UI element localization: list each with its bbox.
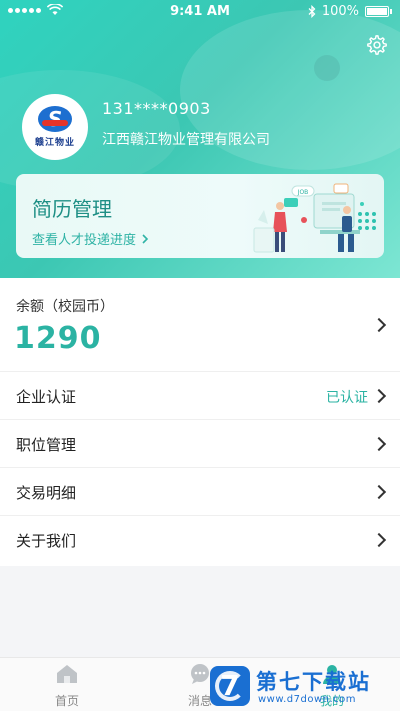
bluetooth-icon: [308, 5, 316, 18]
company-name: 江西赣江物业管理有限公司: [102, 132, 270, 148]
site-watermark: 7 第七下载站 www.d7down.com: [206, 660, 400, 711]
account-menu: 余额（校园币） 1290 企业认证 已认证 职位管理 交易明细 关于我们: [0, 278, 400, 566]
chevron-right-icon: [371, 532, 387, 548]
recruitment-illustration: JOB: [253, 183, 364, 253]
status-bar: 9:41 AM 100%: [0, 0, 400, 24]
company-logo: S: [38, 106, 72, 132]
header-decoration-dot: [314, 55, 340, 81]
chevron-right-icon: [142, 233, 149, 244]
profile-header: 9:41 AM 100% S 赣江物业 131****0903 江西赣江物业管理…: [0, 0, 400, 278]
tab-label: 首页: [54, 694, 79, 708]
resume-progress-label: 查看人才投递进度: [32, 233, 137, 248]
chevron-right-icon: [371, 317, 387, 333]
menu-item-label: 企业认证: [16, 388, 77, 406]
resume-progress-link[interactable]: 查看人才投递进度: [32, 229, 149, 248]
menu-item-transaction-details[interactable]: 交易明细: [0, 468, 400, 516]
company-avatar[interactable]: S 赣江物业: [22, 94, 88, 160]
battery-icon: [365, 6, 389, 17]
menu-item-label: 交易明细: [16, 484, 77, 502]
certification-status: 已认证: [326, 390, 368, 406]
chevron-right-icon: [371, 436, 387, 452]
balance-label: 余额（校园币）: [16, 299, 114, 315]
balance-value: 1290: [14, 321, 102, 356]
gear-icon: [367, 35, 387, 55]
resume-title: 简历管理: [32, 197, 112, 221]
job-bubble-text: JOB: [297, 189, 309, 196]
account-phone: 131****0903: [102, 99, 211, 118]
decorative-dots: [358, 212, 376, 230]
resume-management-card[interactable]: 简历管理 查看人才投递进度 JOB: [16, 174, 384, 258]
chevron-right-icon: [371, 484, 387, 500]
menu-item-label: 职位管理: [16, 436, 77, 454]
home-icon: [57, 665, 77, 683]
menu-item-position-management[interactable]: 职位管理: [0, 420, 400, 468]
balance-row[interactable]: 余额（校园币） 1290: [0, 278, 400, 372]
battery-percent: 100%: [321, 4, 359, 19]
watermark-url: www.d7down.com: [258, 694, 357, 705]
watermark-title: 第七下载站: [256, 670, 371, 694]
chevron-right-icon: [371, 388, 387, 404]
logo-text: 赣江物业: [34, 138, 75, 148]
menu-item-about-us[interactable]: 关于我们: [0, 516, 400, 564]
battery-tip: [390, 9, 392, 14]
tab-home[interactable]: 首页: [37, 663, 97, 709]
settings-button[interactable]: [366, 34, 388, 56]
watermark-logo: 7: [210, 666, 250, 706]
menu-item-label: 关于我们: [16, 532, 77, 550]
menu-item-enterprise-certification[interactable]: 企业认证 已认证: [0, 372, 400, 420]
